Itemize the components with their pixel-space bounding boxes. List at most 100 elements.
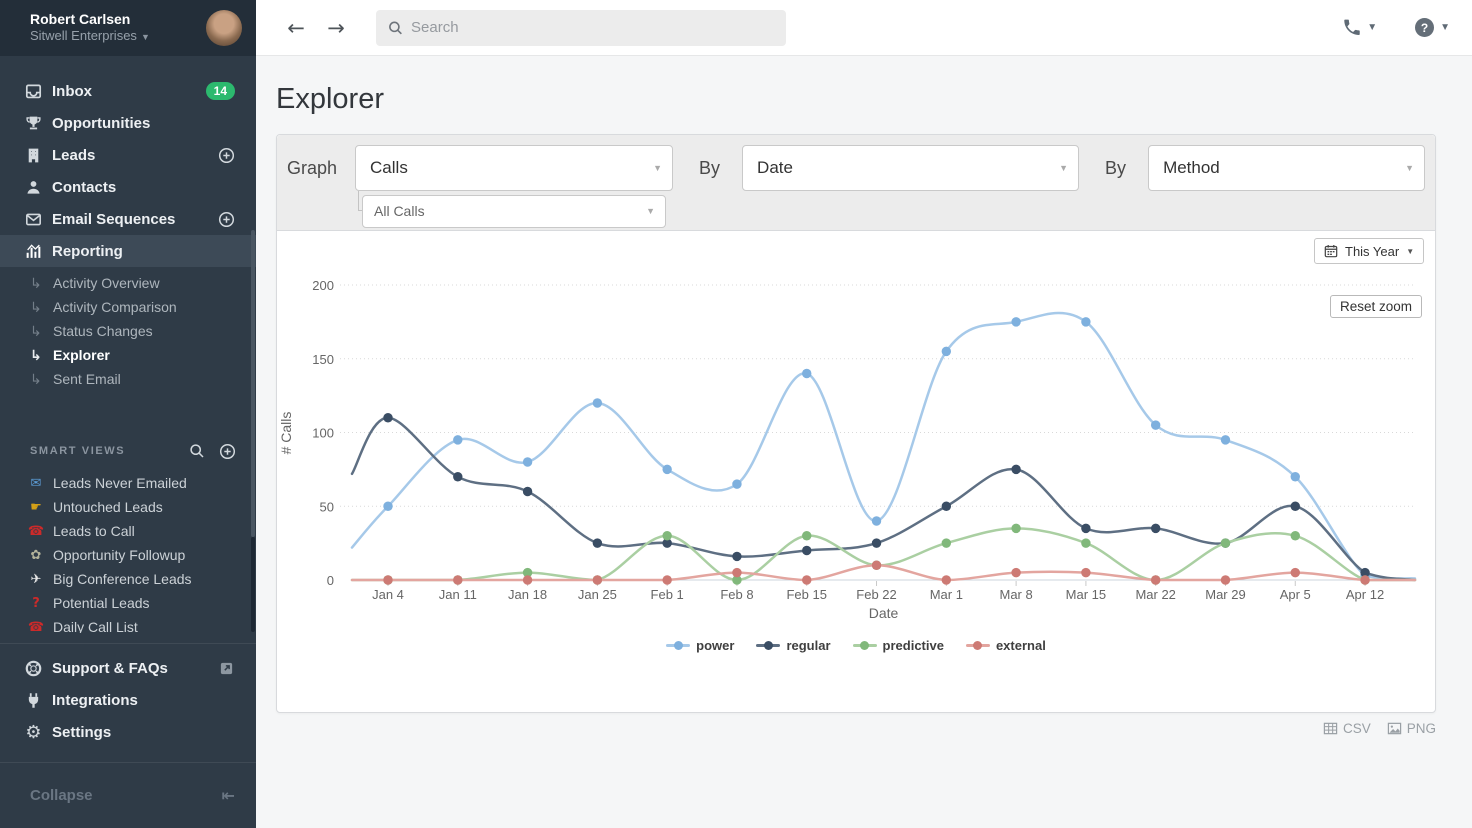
call-filter-select[interactable]: All Calls▼ <box>362 195 666 228</box>
data-point-external[interactable] <box>593 575 602 584</box>
data-point-regular[interactable] <box>1011 465 1020 474</box>
smart-view-leads-never-emailed[interactable]: ✉Leads Never Emailed <box>0 471 256 495</box>
smart-view-potential-leads[interactable]: ?Potential Leads <box>0 591 256 615</box>
data-point-power[interactable] <box>593 398 602 407</box>
data-point-regular[interactable] <box>1291 502 1300 511</box>
data-point-external[interactable] <box>802 575 811 584</box>
data-point-power[interactable] <box>1221 435 1230 444</box>
account-switcher[interactable]: Robert Carlsen Sitwell Enterprises▼ <box>0 0 256 56</box>
legend-item-power[interactable]: power <box>666 638 734 653</box>
subnav-explorer[interactable]: ↳Explorer <box>0 343 256 367</box>
data-point-power[interactable] <box>1081 317 1090 326</box>
data-point-regular[interactable] <box>593 538 602 547</box>
smart-view-leads-to-call[interactable]: ☎Leads to Call <box>0 519 256 543</box>
data-point-power[interactable] <box>872 516 881 525</box>
data-point-power[interactable] <box>1011 317 1020 326</box>
collapse-button[interactable]: Collapse ⇤ <box>0 762 256 828</box>
data-point-predictive[interactable] <box>1221 538 1230 547</box>
date-range-button[interactable]: This Year ▼ <box>1314 238 1424 264</box>
org-name[interactable]: Sitwell Enterprises▼ <box>30 28 206 45</box>
x-tick-label: Mar 22 <box>1135 587 1175 602</box>
export-csv-button[interactable]: CSV <box>1323 721 1371 736</box>
legend-item-regular[interactable]: regular <box>756 638 830 653</box>
data-point-predictive[interactable] <box>802 531 811 540</box>
data-point-predictive[interactable] <box>1011 524 1020 533</box>
data-point-predictive[interactable] <box>1081 538 1090 547</box>
data-point-predictive[interactable] <box>1291 531 1300 540</box>
export-png-button[interactable]: PNG <box>1387 721 1436 736</box>
data-point-regular[interactable] <box>732 552 741 561</box>
data-point-power[interactable] <box>453 435 462 444</box>
smart-view-daily-call-list[interactable]: ☎Daily Call List <box>0 615 256 633</box>
sidebar-item-reporting[interactable]: Reporting <box>0 235 256 267</box>
data-point-external[interactable] <box>523 575 532 584</box>
search-input[interactable] <box>411 19 774 36</box>
sidebar-item-inbox[interactable]: Inbox 14 <box>0 75 256 107</box>
subnav-activity-comparison[interactable]: ↳Activity Comparison <box>0 295 256 319</box>
reset-zoom-button[interactable]: Reset zoom <box>1330 295 1422 318</box>
back-button[interactable]: ← <box>284 16 308 40</box>
data-point-power[interactable] <box>662 465 671 474</box>
sidebar-item-opportunities[interactable]: Opportunities <box>0 107 256 139</box>
add-sequence-icon[interactable] <box>218 211 235 228</box>
data-point-power[interactable] <box>383 502 392 511</box>
data-point-regular[interactable] <box>942 502 951 511</box>
sidebar-item-settings[interactable]: ⚙ Settings <box>0 716 256 748</box>
data-point-regular[interactable] <box>523 487 532 496</box>
data-point-power[interactable] <box>1291 472 1300 481</box>
legend-item-predictive[interactable]: predictive <box>853 638 944 653</box>
data-point-external[interactable] <box>453 575 462 584</box>
sidebar-item-integrations[interactable]: Integrations <box>0 684 256 716</box>
data-point-regular[interactable] <box>383 413 392 422</box>
data-point-power[interactable] <box>1151 420 1160 429</box>
subnav-sent-email[interactable]: ↳Sent Email <box>0 367 256 391</box>
search-box[interactable] <box>376 10 786 46</box>
data-point-external[interactable] <box>1221 575 1230 584</box>
search-icon[interactable] <box>189 443 205 459</box>
data-point-power[interactable] <box>732 479 741 488</box>
data-point-external[interactable] <box>1081 568 1090 577</box>
forward-button[interactable]: → <box>324 16 348 40</box>
data-point-power[interactable] <box>523 457 532 466</box>
x-axis-title: Date <box>352 605 1415 621</box>
data-point-power[interactable] <box>802 369 811 378</box>
data-point-power[interactable] <box>942 347 951 356</box>
smart-view-untouched-leads[interactable]: ☛Untouched Leads <box>0 495 256 519</box>
data-point-external[interactable] <box>942 575 951 584</box>
data-point-external[interactable] <box>383 575 392 584</box>
data-point-predictive[interactable] <box>662 531 671 540</box>
sidebar-item-contacts[interactable]: Contacts <box>0 171 256 203</box>
add-lead-icon[interactable] <box>218 147 235 164</box>
avatar[interactable] <box>206 10 242 46</box>
data-point-regular[interactable] <box>872 538 881 547</box>
data-point-external[interactable] <box>662 575 671 584</box>
sidebar-scrollbar-track <box>251 537 255 632</box>
subnav-activity-overview[interactable]: ↳Activity Overview <box>0 271 256 295</box>
sidebar-item-leads[interactable]: Leads <box>0 139 256 171</box>
group-by-date-select[interactable]: Date▼ <box>742 145 1079 191</box>
group-by-method-select[interactable]: Method▼ <box>1148 145 1425 191</box>
phone-menu[interactable]: ▼ <box>1342 18 1377 37</box>
data-point-external[interactable] <box>1360 575 1369 584</box>
bouquet-icon: ✿ <box>27 548 45 563</box>
data-point-predictive[interactable] <box>942 538 951 547</box>
data-point-external[interactable] <box>732 568 741 577</box>
data-point-external[interactable] <box>1291 568 1300 577</box>
smart-view-opportunity-followup[interactable]: ✿Opportunity Followup <box>0 543 256 567</box>
data-point-regular[interactable] <box>1151 524 1160 533</box>
data-point-regular[interactable] <box>453 472 462 481</box>
data-point-regular[interactable] <box>1081 524 1090 533</box>
data-point-regular[interactable] <box>802 546 811 555</box>
data-point-external[interactable] <box>872 561 881 570</box>
sidebar-item-support[interactable]: Support & FAQs <box>0 652 256 684</box>
graph-type-select[interactable]: Calls▼ <box>355 145 673 191</box>
help-menu[interactable]: ? ▼ <box>1415 18 1450 37</box>
legend-item-external[interactable]: external <box>966 638 1046 653</box>
sidebar-item-email-sequences[interactable]: Email Sequences <box>0 203 256 235</box>
subnav-status-changes[interactable]: ↳Status Changes <box>0 319 256 343</box>
smart-view-big-conference-leads[interactable]: ✈Big Conference Leads <box>0 567 256 591</box>
add-smart-view-icon[interactable] <box>219 443 235 459</box>
data-point-external[interactable] <box>1011 568 1020 577</box>
data-point-external[interactable] <box>1151 575 1160 584</box>
sidebar-scrollbar-thumb[interactable] <box>251 230 255 537</box>
